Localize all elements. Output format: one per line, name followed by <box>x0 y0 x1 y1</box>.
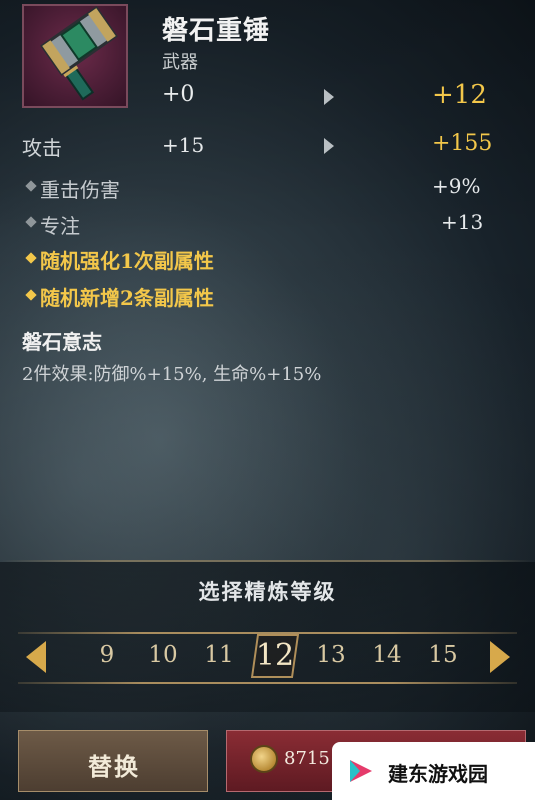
divider <box>18 682 517 684</box>
chevron-left-icon[interactable] <box>26 641 46 673</box>
sub-stat-value: +13 <box>441 210 484 234</box>
watermark-text: 建东游戏园 <box>388 762 488 786</box>
arrow-right-icon <box>324 89 334 105</box>
refine-level-option[interactable]: 15 <box>423 642 463 668</box>
replace-button[interactable]: 替换 <box>18 730 208 792</box>
upgrade-note: 随机新增2条副属性 <box>40 286 214 310</box>
watermark: 建东游戏园 <box>332 742 535 800</box>
set-effect: 2件效果:防御%+15%, 生命%+15% <box>22 364 322 385</box>
item-level-next: +12 <box>432 80 487 110</box>
main-stat-next: +155 <box>432 131 493 156</box>
divider <box>0 560 535 562</box>
gold-diamond-bullet-icon <box>25 289 37 301</box>
upgrade-note: 随机强化1次副属性 <box>40 249 214 273</box>
chevron-right-icon[interactable] <box>490 641 510 673</box>
sub-stat-label: 重击伤害 <box>40 178 120 202</box>
coin-icon <box>250 745 278 773</box>
refine-level-option-selected[interactable]: 12 <box>255 638 295 673</box>
refine-level-option[interactable]: 14 <box>367 642 407 668</box>
refine-title: 选择精炼等级 <box>198 579 337 604</box>
cost-value: 8715 <box>284 748 330 769</box>
diamond-bullet-icon <box>25 216 37 228</box>
refine-level-option[interactable]: 11 <box>199 642 239 668</box>
hammer-icon <box>40 6 118 101</box>
set-title: 磐石意志 <box>22 330 102 354</box>
arrow-right-icon <box>324 138 334 154</box>
main-stat-current: +15 <box>162 133 205 157</box>
refine-level-option[interactable]: 13 <box>311 642 351 668</box>
sub-stat-value: +9% <box>432 174 481 198</box>
watermark-logo-icon <box>350 760 372 782</box>
refine-level-option[interactable]: 9 <box>87 642 127 668</box>
sub-stat-label: 专注 <box>40 214 80 238</box>
item-name: 磐石重锤 <box>162 16 271 46</box>
diamond-bullet-icon <box>25 180 37 192</box>
replace-button-label: 替换 <box>88 752 140 781</box>
item-level-current: +0 <box>162 82 195 107</box>
gold-diamond-bullet-icon <box>25 252 37 264</box>
item-type: 武器 <box>162 52 198 73</box>
refine-level-option[interactable]: 10 <box>143 642 183 668</box>
item-icon-frame[interactable] <box>22 4 128 108</box>
main-stat-label: 攻击 <box>22 136 62 160</box>
